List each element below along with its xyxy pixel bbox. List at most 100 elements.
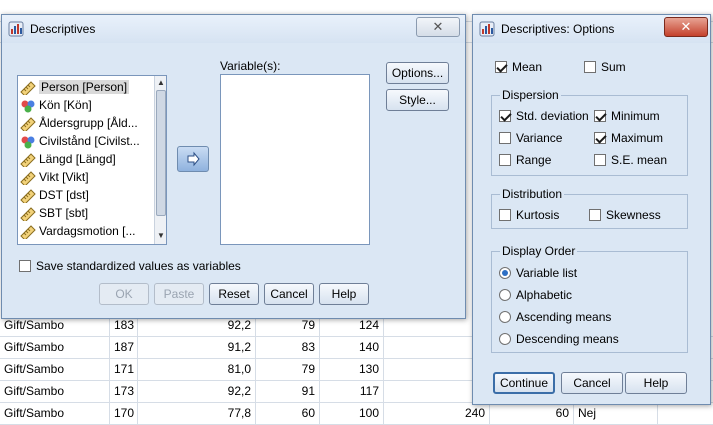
cell-civil[interactable]: Gift/Sambo xyxy=(0,381,110,402)
range-checkbox[interactable]: Range xyxy=(499,152,551,168)
variables-label: Variable(s): xyxy=(220,59,281,73)
sum-checkbox[interactable]: Sum xyxy=(584,59,626,75)
display-order-label: Display Order xyxy=(500,244,578,258)
cell-langd[interactable]: 187 xyxy=(110,337,138,358)
close-icon[interactable]: ✕ xyxy=(664,17,708,37)
dispersion-label: Dispersion xyxy=(500,88,561,102)
right-arrow-icon xyxy=(187,151,200,167)
cell-sbt[interactable]: 140 xyxy=(320,337,384,358)
kurtosis-label: Kurtosis xyxy=(516,208,560,222)
checkbox-icon[interactable] xyxy=(499,208,511,221)
reset-button[interactable]: Reset xyxy=(209,283,259,305)
help-button[interactable]: Help xyxy=(319,283,369,305)
ruler-icon xyxy=(20,207,36,223)
options-button[interactable]: Options... xyxy=(386,62,449,84)
list-item[interactable]: Kön [Kön] xyxy=(20,96,92,114)
checkbox-checked-icon[interactable] xyxy=(499,109,511,122)
save-standardized-checkbox[interactable]: Save standardized values as variables xyxy=(19,258,241,274)
list-item[interactable]: Åldersgrupp [Åld... xyxy=(20,114,138,133)
radio-descending-means[interactable]: Descending means xyxy=(499,331,619,347)
cell-partial[interactable]: Nej xyxy=(574,403,658,424)
checkbox-icon[interactable] xyxy=(584,60,596,73)
checkbox-icon[interactable] xyxy=(499,131,511,144)
ruler-icon xyxy=(20,189,36,205)
cell-langd[interactable]: 173 xyxy=(110,381,138,402)
ruler-icon xyxy=(20,225,36,241)
cancel-button[interactable]: Cancel xyxy=(264,283,314,305)
cell-partial[interactable]: 60 xyxy=(490,403,574,424)
checkbox-checked-icon[interactable] xyxy=(594,131,606,144)
radio-variable-list[interactable]: Variable list xyxy=(499,265,577,281)
ok-button[interactable]: OK xyxy=(99,283,149,305)
list-item[interactable]: SBT [sbt] xyxy=(20,204,88,223)
minimum-checkbox[interactable]: Minimum xyxy=(594,108,660,124)
mean-checkbox[interactable]: Mean xyxy=(495,59,542,75)
move-variable-button[interactable] xyxy=(177,146,209,172)
radio-alphabetic[interactable]: Alphabetic xyxy=(499,287,572,303)
radio-ascending-means-label: Ascending means xyxy=(516,310,612,324)
radio-selected-icon[interactable] xyxy=(499,266,511,279)
ruler-icon xyxy=(20,153,36,169)
cell-vikt[interactable]: 77,8 xyxy=(138,403,256,424)
radio-icon[interactable] xyxy=(499,288,511,301)
cell-sbt[interactable]: 130 xyxy=(320,359,384,380)
source-variable-list[interactable]: Person [Person] Kön [Kön] Åldersgrupp [Åld… xyxy=(17,75,167,245)
table-row[interactable]: Gift/Sambo 170 77,8 60 100 240 60 Nej xyxy=(0,403,713,425)
list-item[interactable]: Längd [Längd] xyxy=(20,150,116,169)
cell-dst[interactable]: 79 xyxy=(256,359,320,380)
list-item[interactable]: Civilstånd [Civilst... xyxy=(20,132,140,150)
cell-civil[interactable]: Gift/Sambo xyxy=(0,337,110,358)
continue-button[interactable]: Continue xyxy=(493,372,555,394)
cell-dst[interactable]: 60 xyxy=(256,403,320,424)
radio-icon[interactable] xyxy=(499,332,511,345)
cell-langd[interactable]: 171 xyxy=(110,359,138,380)
cancel-button[interactable]: Cancel xyxy=(561,372,623,394)
checkbox-icon[interactable] xyxy=(19,259,31,272)
variable-label: Kön [Kön] xyxy=(39,98,92,112)
checkbox-checked-icon[interactable] xyxy=(594,109,606,122)
scroll-down-icon[interactable]: ▼ xyxy=(155,230,166,242)
checkbox-icon[interactable] xyxy=(589,208,601,221)
style-button[interactable]: Style... xyxy=(386,89,449,111)
descriptives-title: Descriptives xyxy=(30,22,96,36)
help-button[interactable]: Help xyxy=(625,372,687,394)
checkbox-icon[interactable] xyxy=(594,153,606,166)
close-icon[interactable]: ✕ xyxy=(416,17,460,37)
checkbox-checked-icon[interactable] xyxy=(495,60,507,73)
list-item[interactable]: Vardagsmotion [... xyxy=(20,222,136,241)
list-item[interactable]: DST [dst] xyxy=(20,186,89,205)
nominal-icon xyxy=(20,135,36,149)
cell-vikt[interactable]: 91,2 xyxy=(138,337,256,358)
radio-descending-means-label: Descending means xyxy=(516,332,619,346)
radio-ascending-means[interactable]: Ascending means xyxy=(499,309,611,325)
skewness-checkbox[interactable]: Skewness xyxy=(589,207,661,223)
cell-langd[interactable]: 170 xyxy=(110,403,138,424)
cell-sbt[interactable]: 117 xyxy=(320,381,384,402)
variable-list-scrollbar[interactable]: ▲ ▼ xyxy=(154,76,166,244)
checkbox-icon[interactable] xyxy=(499,153,511,166)
cell-vikt[interactable]: 92,2 xyxy=(138,381,256,402)
maximum-checkbox[interactable]: Maximum xyxy=(594,130,663,146)
cell-partial[interactable]: 240 xyxy=(384,403,490,424)
ruler-icon xyxy=(20,81,36,97)
paste-button[interactable]: Paste xyxy=(154,283,204,305)
cell-vikt[interactable]: 81,0 xyxy=(138,359,256,380)
cell-civil[interactable]: Gift/Sambo xyxy=(0,359,110,380)
options-titlebar: Descriptives: Options ✕ xyxy=(473,15,710,43)
target-variable-list[interactable] xyxy=(220,74,370,245)
list-item[interactable]: Person [Person] xyxy=(20,78,130,97)
radio-icon[interactable] xyxy=(499,310,511,323)
list-item[interactable]: Vikt [Vikt] xyxy=(20,168,89,187)
cell-dst[interactable]: 83 xyxy=(256,337,320,358)
cell-civil[interactable]: Gift/Sambo xyxy=(0,403,110,424)
se-mean-checkbox[interactable]: S.E. mean xyxy=(594,152,667,168)
variance-checkbox[interactable]: Variance xyxy=(499,130,562,146)
variable-label: Vardagsmotion [... xyxy=(39,224,136,238)
std-deviation-checkbox[interactable]: Std. deviation xyxy=(499,108,589,124)
kurtosis-checkbox[interactable]: Kurtosis xyxy=(499,207,559,223)
cell-sbt[interactable]: 100 xyxy=(320,403,384,424)
scroll-thumb[interactable] xyxy=(156,90,166,216)
descriptives-titlebar: Descriptives ✕ xyxy=(2,15,465,43)
scroll-up-icon[interactable]: ▲ xyxy=(155,77,166,89)
cell-dst[interactable]: 91 xyxy=(256,381,320,402)
